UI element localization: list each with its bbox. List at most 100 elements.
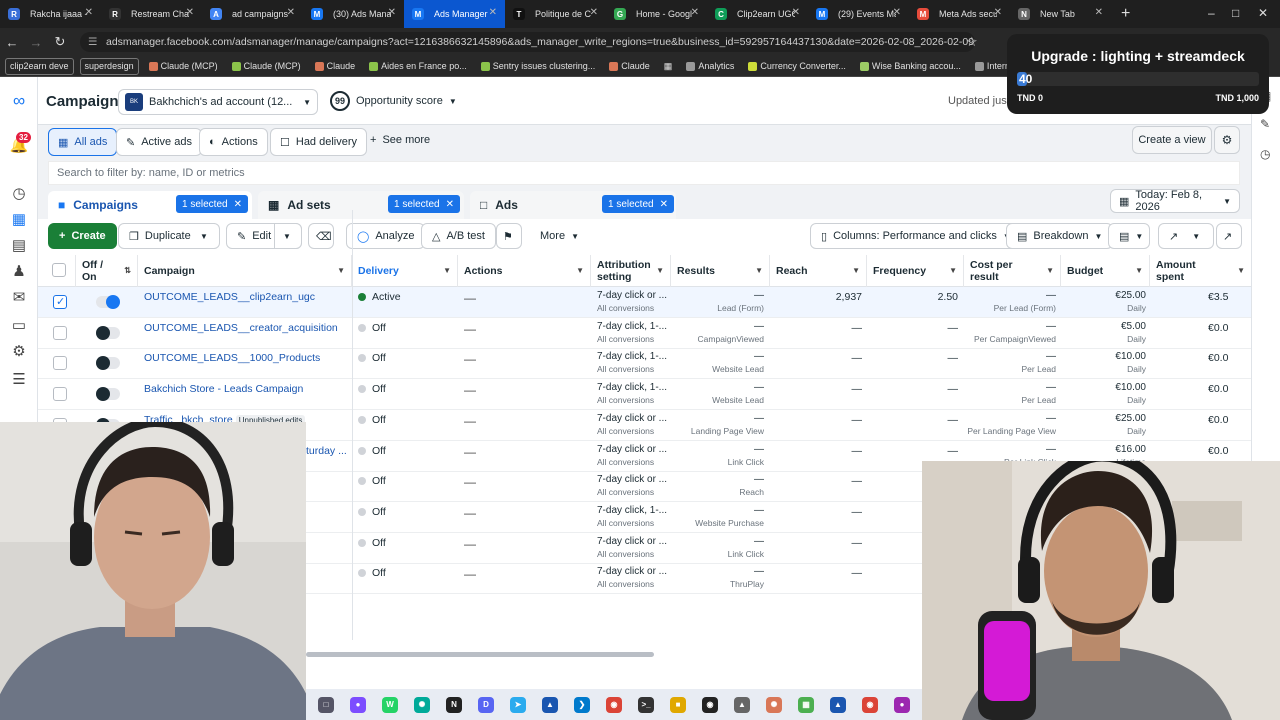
apps-grid-icon[interactable]: ▦: [660, 58, 677, 75]
advertising-icon[interactable]: ✉: [9, 287, 29, 307]
edit-panel-icon[interactable]: ✎: [1260, 117, 1270, 131]
table-row[interactable]: OUTCOME_LEADS__1000_Products Off — 7-day cl…: [38, 348, 1251, 380]
delete-button[interactable]: ⌫: [308, 223, 334, 249]
active-ads-filter[interactable]: ✎ Active ads: [116, 128, 202, 156]
sheet-icon[interactable]: ▦: [798, 696, 814, 713]
col-reach[interactable]: Reach ▼: [770, 255, 867, 287]
new-tab-icon[interactable]: +: [1121, 5, 1130, 23]
tab-close-icon[interactable]: ✕: [489, 7, 497, 18]
opportunity-score[interactable]: 99 Opportunity score ▼: [330, 91, 457, 111]
analyze-button[interactable]: ◯ Analyze: [346, 223, 426, 249]
all-ads-filter[interactable]: ▦ All ads: [48, 128, 118, 156]
row-checkbox[interactable]: [53, 295, 67, 309]
campaign-name-link[interactable]: OUTCOME_LEADS__creator_acquisition: [144, 322, 338, 334]
col-budget[interactable]: Budget ▼: [1061, 255, 1150, 287]
meta-logo-icon[interactable]: ∞: [9, 91, 29, 111]
charts-button[interactable]: ↗: [1216, 223, 1242, 249]
bookmark-item[interactable]: Currency Converter...: [744, 58, 850, 75]
tab-close-icon[interactable]: ✕: [186, 7, 194, 18]
row-checkbox[interactable]: [53, 325, 67, 340]
chrome-icon[interactable]: ◉: [606, 696, 622, 713]
audiences-icon[interactable]: ♟: [9, 261, 29, 281]
campaigns-selected-chip[interactable]: 1 selected ✕: [176, 195, 248, 213]
campaign-toggle[interactable]: [96, 325, 120, 340]
col-actions[interactable]: Actions ▼: [458, 255, 591, 287]
col-amount-spent[interactable]: Amount spent ▼: [1150, 255, 1251, 287]
tab-close-icon[interactable]: ✕: [792, 7, 800, 18]
bookmark-item[interactable]: Aides en France po...: [365, 58, 471, 75]
tab-close-icon[interactable]: ✕: [388, 7, 396, 18]
had-delivery-filter[interactable]: ☐ Had delivery: [270, 128, 368, 156]
whatsapp-icon[interactable]: W: [382, 696, 398, 713]
history-icon[interactable]: ◷: [1260, 147, 1270, 161]
create-view-button[interactable]: Create a view: [1132, 126, 1212, 154]
campaigns-table-icon[interactable]: ▦: [9, 209, 29, 229]
bookmark-item[interactable]: clip2earn deve: [5, 57, 74, 75]
browser-tab[interactable]: M Ads Manager ✕: [404, 0, 505, 28]
browser-tab[interactable]: T Politique de C ✕: [505, 0, 606, 28]
view-settings-icon[interactable]: ⚙: [1214, 126, 1240, 154]
ads-selected-chip[interactable]: 1 selected ✕: [602, 195, 674, 213]
bookmark-item[interactable]: Claude (MCP): [228, 58, 305, 75]
row-checkbox[interactable]: [53, 387, 67, 402]
table-row[interactable]: Bakchich Store - Leads Campaign Off — 7-day…: [38, 379, 1251, 411]
tab-close-icon[interactable]: ✕: [893, 7, 901, 18]
campaign-name-link[interactable]: Bakchich Store - Leads Campaign: [144, 383, 303, 395]
export-button[interactable]: ↗ ▼: [1158, 223, 1214, 249]
bookmark-item[interactable]: Claude: [311, 58, 360, 75]
folder-icon[interactable]: ■: [670, 696, 686, 713]
bookmark-star-icon[interactable]: ☆: [966, 34, 978, 50]
settings-icon[interactable]: ⚙: [9, 341, 29, 361]
col-offon[interactable]: Off / On ⇅: [76, 255, 138, 287]
browser-tab[interactable]: R Rakcha ijaaa - ✕: [0, 0, 101, 28]
bookmark-item[interactable]: Wise Banking accou...: [856, 58, 965, 75]
adsets-selected-chip[interactable]: 1 selected ✕: [388, 195, 460, 213]
col-attribution[interactable]: Attribution setting ▼: [591, 255, 671, 287]
close-icon[interactable]: ✕: [446, 199, 454, 210]
bookmark-item[interactable]: Claude: [605, 58, 654, 75]
col-results[interactable]: Results ▼: [671, 255, 770, 287]
claude-icon[interactable]: ✺: [766, 696, 782, 713]
browser-tab[interactable]: M Meta Ads secu ✕: [909, 0, 1010, 28]
date-range-picker[interactable]: ▦ Today: Feb 8, 2026 ▼: [1110, 189, 1240, 213]
forward-icon[interactable]: →: [24, 35, 48, 50]
browser-tab[interactable]: M (30) Ads Mana ✕: [303, 0, 404, 28]
reports-button[interactable]: ▤ ▼: [1108, 223, 1150, 249]
tab-close-icon[interactable]: ✕: [590, 7, 598, 18]
minimize-icon[interactable]: –: [1208, 6, 1215, 20]
browser-tab[interactable]: M (29) Events Ma ✕: [808, 0, 909, 28]
edit-dropdown[interactable]: ▼: [274, 223, 302, 249]
actions-filter[interactable]: ◐ Actions: [199, 128, 268, 156]
menu-icon[interactable]: ☰: [9, 369, 29, 389]
telegram-icon[interactable]: ➤: [510, 696, 526, 713]
tab-close-icon[interactable]: ✕: [1095, 7, 1103, 18]
app-icon[interactable]: ●: [350, 696, 366, 713]
close-window-icon[interactable]: ✕: [1258, 6, 1268, 20]
columns-selector[interactable]: ▯Columns: Performance and clicks▼: [810, 223, 1022, 249]
bookmark-item[interactable]: superdesign: [79, 57, 139, 75]
browser-tab[interactable]: G Home - Googl ✕: [606, 0, 707, 28]
select-all-header[interactable]: [38, 255, 76, 287]
chatgpt-icon[interactable]: ✺: [414, 696, 430, 713]
browser-tab[interactable]: N New Tab ✕: [1010, 0, 1111, 28]
pen-icon[interactable]: ▲: [734, 696, 750, 713]
more-button[interactable]: More ▼: [540, 230, 579, 242]
app2-icon[interactable]: ▲: [830, 696, 846, 713]
tab-close-icon[interactable]: ✕: [994, 7, 1002, 18]
notion-icon[interactable]: N: [446, 696, 462, 713]
tab-close-icon[interactable]: ✕: [691, 7, 699, 18]
table-row[interactable]: OUTCOME_LEADS__clip2earn_ugc Active — 7-day…: [38, 287, 1251, 318]
maximize-icon[interactable]: □: [1232, 6, 1239, 20]
reload-icon[interactable]: ↻: [48, 34, 72, 50]
tag-button[interactable]: ⚑: [496, 223, 522, 249]
search-input[interactable]: Search to filter by: name, ID or metrics: [48, 161, 1240, 185]
campaign-toggle[interactable]: [96, 356, 120, 371]
tab-close-icon[interactable]: ✕: [287, 7, 295, 18]
campaign-name-link[interactable]: OUTCOME_LEADS__1000_Products: [144, 352, 320, 364]
close-icon[interactable]: ✕: [660, 199, 668, 210]
account-selector[interactable]: BK Bakhchich's ad account (12... ▼: [118, 89, 318, 115]
terminal-icon[interactable]: >_: [638, 696, 654, 713]
app3-icon[interactable]: ●: [894, 696, 910, 713]
billing-icon[interactable]: ▭: [9, 315, 29, 335]
col-cost[interactable]: Cost per result ▼: [964, 255, 1061, 287]
